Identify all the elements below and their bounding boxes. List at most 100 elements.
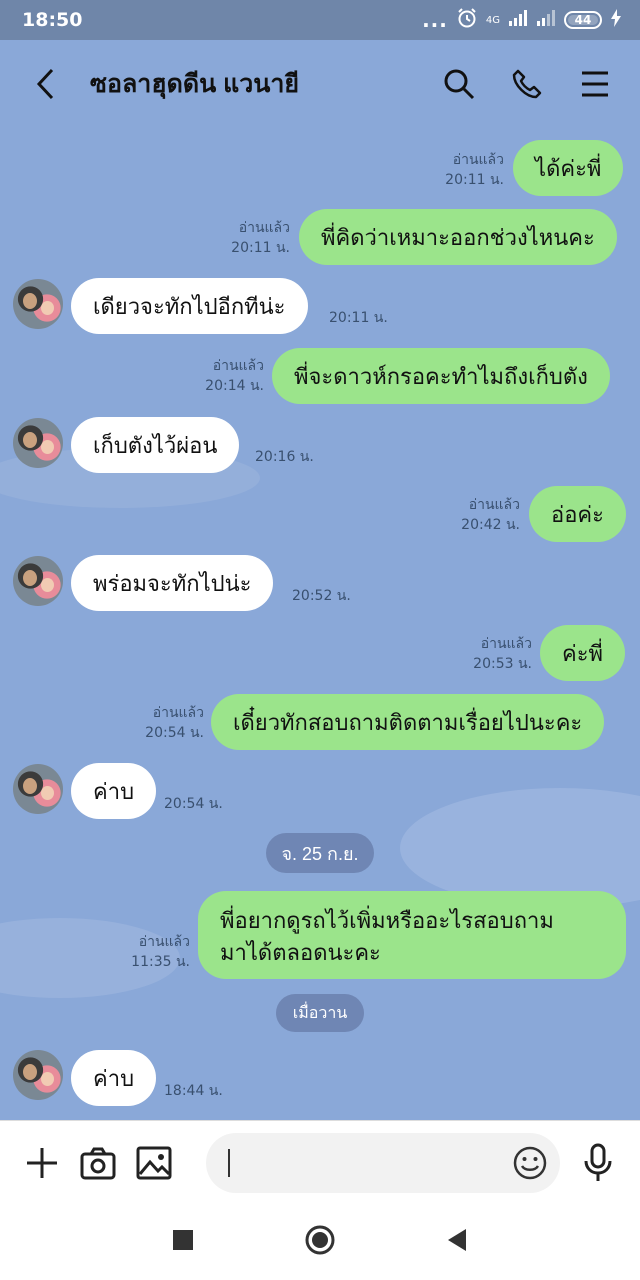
read-receipt: อ่านแล้ว bbox=[468, 497, 520, 513]
notification-dots: ... bbox=[422, 8, 448, 32]
message-text: อ่อค่ะ bbox=[551, 501, 604, 527]
chat-header: ซอลาฮุดดีน แวนายี bbox=[0, 40, 640, 128]
add-button[interactable] bbox=[22, 1143, 62, 1183]
outgoing-message[interactable]: พี่คิดว่าเหมาะออกช่วงไหนคะ bbox=[299, 209, 617, 265]
message-time: 20:53 น. bbox=[473, 656, 532, 672]
read-receipt: อ่านแล้ว bbox=[238, 220, 290, 236]
incoming-message[interactable]: ค่าบ bbox=[71, 763, 157, 819]
signal-icon-2 bbox=[536, 10, 556, 30]
message-time: 20:11 น. bbox=[231, 240, 290, 256]
outgoing-message[interactable]: พี่อยากดูรถไว้เพิ่มหรืออะไรสอบถาม มาได้ต… bbox=[198, 891, 626, 979]
emoji-button[interactable] bbox=[512, 1145, 548, 1181]
back-nav-button[interactable] bbox=[446, 1228, 468, 1256]
search-icon bbox=[444, 69, 475, 100]
outgoing-message[interactable]: ค่ะพี่ bbox=[540, 625, 626, 681]
message-text: พี่จะดาวห์กรอคะทำไมถึงเก็บตัง bbox=[294, 363, 588, 389]
incoming-message[interactable]: เดียวจะทักไปอีกทีน่ะ bbox=[71, 278, 308, 334]
incoming-message[interactable]: เก็บตังไว้ผ่อน bbox=[71, 417, 240, 473]
avatar[interactable] bbox=[13, 764, 63, 814]
avatar[interactable] bbox=[13, 1050, 63, 1100]
call-button[interactable] bbox=[510, 67, 544, 101]
image-button[interactable] bbox=[134, 1143, 174, 1183]
message-text: ค่าบ bbox=[93, 1065, 135, 1091]
message-meta: อ่านแล้ว 20:42 น. bbox=[445, 495, 520, 535]
system-nav-bar bbox=[0, 1204, 640, 1280]
emoji-icon bbox=[513, 1146, 547, 1180]
triangle-back-icon bbox=[448, 1229, 466, 1251]
read-receipt: อ่านแล้ว bbox=[452, 152, 504, 168]
message-meta: อ่านแล้ว 11:35 น. bbox=[112, 932, 190, 972]
message-text: เดี๋ยวทักสอบถามติดตามเรื่อยไปนะคะ bbox=[233, 709, 583, 735]
incoming-message[interactable]: ค่าบ bbox=[71, 1050, 157, 1106]
read-receipt: อ่านแล้ว bbox=[138, 934, 190, 950]
home-circle-icon bbox=[305, 1225, 335, 1255]
menu-icon bbox=[582, 71, 608, 97]
outgoing-message[interactable]: ได้ค่ะพี่ bbox=[513, 140, 624, 196]
camera-button[interactable] bbox=[78, 1143, 118, 1183]
message-text: พร่อมจะทักไปน่ะ bbox=[93, 570, 252, 596]
message-meta: อ่านแล้ว 20:11 น. bbox=[430, 150, 504, 190]
message-text: ได้ค่ะพี่ bbox=[535, 155, 602, 181]
message-list[interactable]: อ่านแล้ว 20:11 น. ได้ค่ะพี่ อ่านแล้ว 20:… bbox=[0, 128, 640, 1120]
back-button[interactable] bbox=[28, 67, 62, 101]
search-button[interactable] bbox=[442, 67, 476, 101]
status-icons: ... 4G 44 bbox=[422, 7, 622, 33]
message-time: 20:54 น. bbox=[164, 796, 223, 812]
status-time: 18:50 bbox=[22, 9, 83, 31]
message-meta: อ่านแล้ว 20:14 น. bbox=[186, 356, 264, 396]
avatar[interactable] bbox=[13, 279, 63, 329]
message-time: 20:54 น. bbox=[145, 725, 204, 741]
message-input[interactable] bbox=[206, 1133, 560, 1193]
chevron-left-icon bbox=[36, 68, 54, 100]
outgoing-message[interactable]: พี่จะดาวห์กรอคะทำไมถึงเก็บตัง bbox=[272, 348, 610, 404]
chat-title: ซอลาฮุดดีน แวนายี bbox=[90, 70, 300, 98]
menu-button[interactable] bbox=[578, 67, 612, 101]
read-receipt: อ่านแล้ว bbox=[152, 705, 204, 721]
text-caret bbox=[228, 1149, 230, 1177]
message-text: ค่ะพี่ bbox=[562, 640, 604, 666]
composer-bar bbox=[0, 1120, 640, 1204]
incoming-message[interactable]: พร่อมจะทักไปน่ะ bbox=[71, 555, 274, 611]
message-meta: อ่านแล้ว 20:53 น. bbox=[456, 634, 532, 674]
message-text: พี่คิดว่าเหมาะออกช่วงไหนคะ bbox=[321, 224, 595, 250]
message-time: 18:44 น. bbox=[164, 1083, 223, 1099]
date-separator: เมื่อวาน bbox=[276, 994, 364, 1032]
camera-icon bbox=[80, 1147, 116, 1179]
message-meta: อ่านแล้ว 20:11 น. bbox=[214, 218, 290, 258]
message-text: เก็บตังไว้ผ่อน bbox=[93, 432, 218, 458]
voice-button[interactable] bbox=[580, 1143, 616, 1183]
message-time: 20:11 น. bbox=[329, 310, 388, 326]
date-separator: จ. 25 ก.ย. bbox=[266, 833, 374, 873]
network-label: 4G bbox=[485, 14, 500, 26]
signal-icon bbox=[508, 10, 528, 30]
battery-level: 44 bbox=[574, 13, 592, 27]
header-actions bbox=[442, 67, 612, 101]
outgoing-message[interactable]: เดี๋ยวทักสอบถามติดตามเรื่อยไปนะคะ bbox=[211, 694, 605, 750]
message-text: มาได้ตลอดนะคะ bbox=[220, 940, 381, 965]
read-receipt: อ่านแล้ว bbox=[212, 358, 264, 374]
message-time: 20:16 น. bbox=[255, 449, 314, 465]
message-meta: อ่านแล้ว 20:54 น. bbox=[128, 703, 204, 743]
plus-icon bbox=[27, 1147, 57, 1178]
avatar[interactable] bbox=[13, 418, 63, 468]
alarm-icon bbox=[456, 7, 478, 33]
read-receipt: อ่านแล้ว bbox=[480, 636, 532, 652]
home-button[interactable] bbox=[304, 1224, 336, 1260]
image-icon bbox=[136, 1146, 172, 1179]
microphone-icon bbox=[584, 1143, 612, 1181]
status-bar: 18:50 ... 4G 44 bbox=[0, 0, 640, 40]
message-time: 11:35 น. bbox=[131, 954, 190, 970]
avatar[interactable] bbox=[13, 556, 63, 606]
message-text: ค่าบ bbox=[93, 778, 135, 804]
recent-apps-button[interactable] bbox=[172, 1229, 194, 1255]
message-time: 20:14 น. bbox=[205, 378, 264, 394]
outgoing-message[interactable]: อ่อค่ะ bbox=[529, 486, 626, 542]
message-text: พี่อยากดูรถไว้เพิ่มหรืออะไรสอบถาม bbox=[220, 908, 554, 933]
square-icon bbox=[173, 1230, 193, 1250]
charging-icon bbox=[610, 9, 622, 31]
message-text: เดียวจะทักไปอีกทีน่ะ bbox=[93, 293, 286, 319]
battery-icon: 44 bbox=[564, 11, 602, 29]
message-time: 20:11 น. bbox=[445, 172, 504, 188]
message-time: 20:42 น. bbox=[461, 517, 520, 533]
message-time: 20:52 น. bbox=[292, 588, 351, 604]
